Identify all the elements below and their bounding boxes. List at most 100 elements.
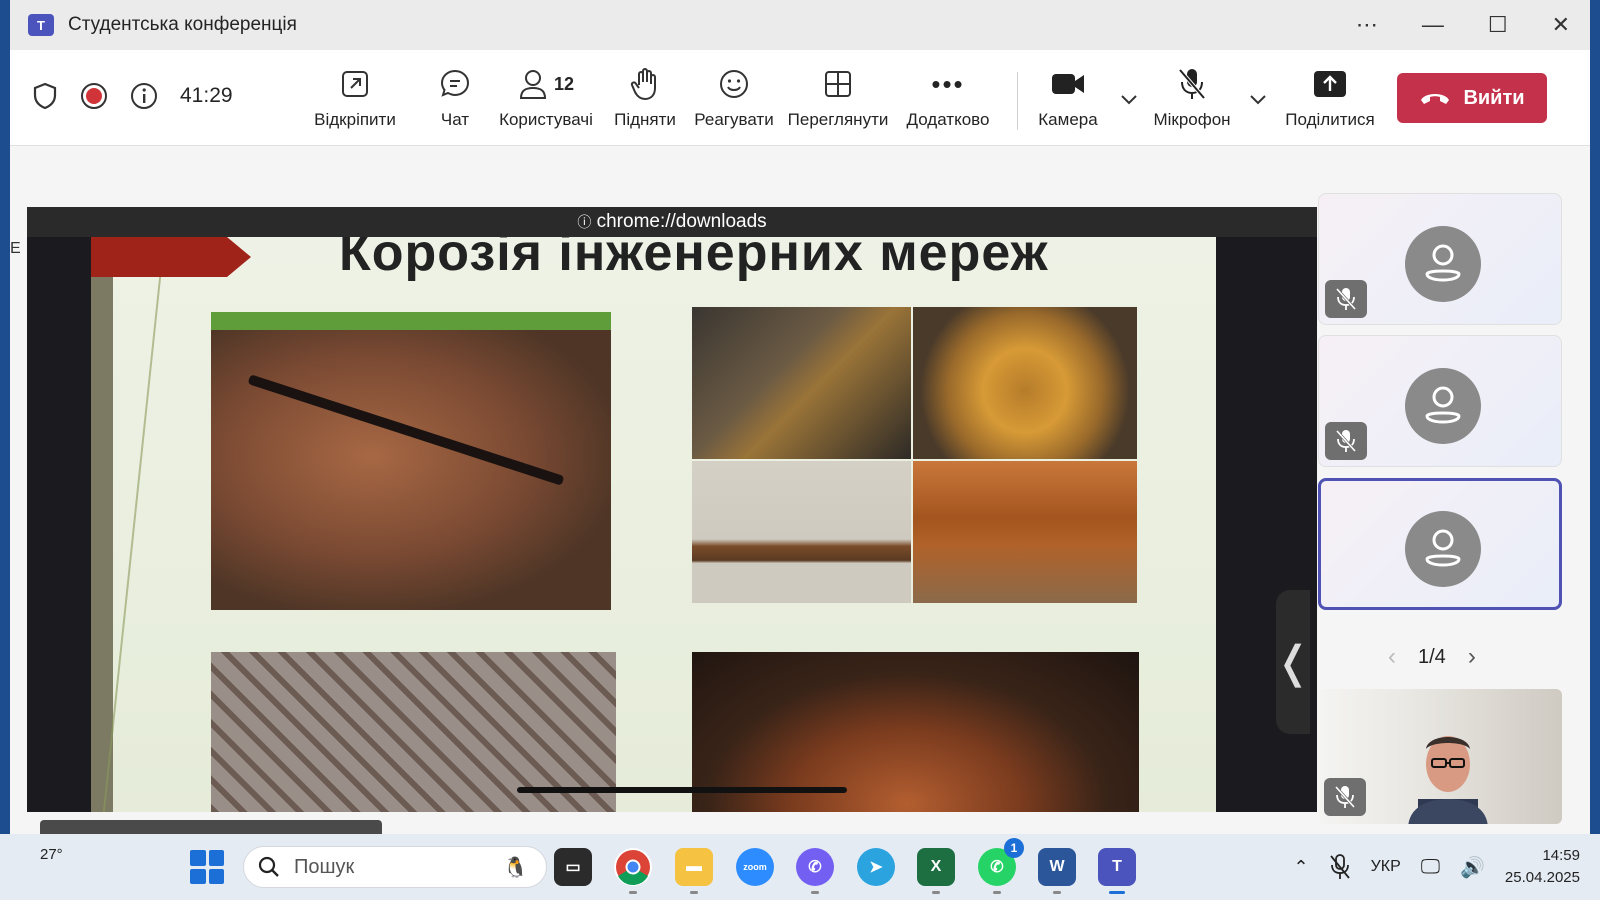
mic-button[interactable]: Мікрофон (1150, 64, 1234, 130)
windows-taskbar: 27° Пошук 🐧 ▭ ▬ zoom ✆ ➤ X ✆ 1 W T ⌃ УКР… (0, 834, 1600, 900)
word-app[interactable]: W (1038, 848, 1076, 894)
raise-hand-label: Підняти (614, 110, 676, 129)
camera-button[interactable]: Камера (1036, 64, 1100, 130)
pipe-leak-photo (692, 307, 911, 459)
smile-icon (720, 70, 748, 98)
corroded-pipe-photo (211, 312, 611, 610)
muted-badge (1325, 422, 1367, 460)
chevron-left-icon[interactable]: ‹ (1388, 643, 1396, 671)
maximize-icon[interactable]: ☐ (1488, 12, 1508, 38)
file-explorer-app[interactable]: ▭ (554, 848, 592, 886)
zoom-icon: zoom (743, 862, 767, 872)
start-button[interactable] (190, 850, 224, 884)
more-icon: ••• (931, 69, 965, 99)
teams-logo-icon: T (28, 14, 54, 36)
chevron-down-icon (1121, 95, 1137, 105)
self-video-tile[interactable] (1318, 689, 1562, 824)
more-button[interactable]: ••• Додатково (903, 64, 993, 130)
clock[interactable]: 14:59 25.04.2025 (1505, 845, 1580, 889)
chrome-app[interactable] (614, 848, 652, 894)
camera-label: Камера (1038, 110, 1098, 129)
whatsapp-app[interactable]: ✆ 1 (978, 838, 1024, 894)
shared-screen: ⓘ chrome://downloads Корозія інженерних … (27, 207, 1317, 812)
excel-app[interactable]: X (917, 848, 955, 894)
rusty-surface-photo (913, 461, 1137, 603)
chat-button[interactable]: Чат (425, 64, 485, 130)
share-label: Поділитися (1285, 110, 1375, 129)
info-small-icon: ⓘ (577, 214, 592, 230)
avatar (1405, 511, 1481, 587)
chevron-down-icon (1250, 95, 1266, 105)
mic-options-dropdown[interactable] (1243, 80, 1273, 120)
presentation-slide: Корозія інженерних мереж (91, 237, 1216, 812)
viber-app[interactable]: ✆ (796, 848, 834, 894)
muted-badge (1324, 778, 1366, 816)
mic-off-icon (1335, 287, 1357, 311)
network-icon[interactable]: 🖵 (1421, 856, 1440, 879)
raise-hand-icon (630, 68, 656, 101)
react-button[interactable]: Реагувати (694, 64, 774, 130)
people-count: 12 (553, 74, 575, 94)
more-horizontal-icon[interactable]: ⋯ (1356, 12, 1378, 38)
meeting-title: Студентська конференція (68, 14, 297, 35)
view-button[interactable]: Переглянути (786, 64, 890, 130)
popout-button[interactable]: Відкріпити (310, 64, 400, 130)
share-icon (1314, 71, 1346, 97)
info-icon[interactable] (130, 82, 158, 110)
camera-options-dropdown[interactable] (1114, 80, 1144, 120)
search-highlight-icon: 🐧 (503, 856, 528, 879)
people-label: Користувачі (499, 110, 593, 129)
meeting-status: 41:29 (32, 82, 233, 110)
weather-temp: 27° (40, 846, 63, 863)
folder-app[interactable]: ▬ (675, 848, 713, 894)
meeting-timer: 41:29 (180, 84, 233, 107)
participant-tile[interactable] (1318, 193, 1562, 325)
telegram-app[interactable]: ➤ (857, 848, 895, 886)
volume-icon[interactable]: 🔊 (1460, 855, 1485, 880)
notification-badge: 1 (1004, 838, 1024, 858)
chevron-up-icon[interactable]: ⌃ (1293, 857, 1308, 878)
system-tray: ⌃ УКР 🖵 🔊 14:59 25.04.2025 (1293, 834, 1580, 900)
folder-icon: ▬ (686, 858, 702, 875)
person-icon (1425, 244, 1461, 282)
person-icon (1425, 529, 1461, 567)
view-label: Переглянути (787, 110, 889, 129)
search-placeholder: Пошук (294, 855, 355, 878)
raise-hand-button[interactable]: Підняти (612, 64, 678, 130)
language-indicator[interactable]: УКР (1371, 858, 1401, 876)
collapse-panel-button[interactable]: ❬ (1275, 590, 1311, 734)
whatsapp-icon: ✆ (990, 859, 1004, 876)
pipe-cross-section-photo (913, 307, 1137, 459)
person-icon (1425, 386, 1461, 424)
slide-title: Корозія інженерних мереж (339, 237, 1049, 282)
minimize-icon[interactable]: — (1422, 12, 1444, 38)
close-icon[interactable]: ✕ (1552, 12, 1570, 38)
popout-label: Відкріпити (314, 110, 396, 129)
react-label: Реагувати (694, 110, 774, 129)
participant-tile[interactable] (1318, 335, 1562, 467)
chat-label: Чат (440, 110, 470, 129)
people-icon (519, 70, 546, 99)
window-controls: ⋯ — ☐ ✕ (1356, 0, 1570, 50)
hang-up-icon (1421, 94, 1450, 104)
teams-icon: T (1112, 858, 1122, 875)
shield-icon (33, 82, 57, 110)
chrome-icon (616, 850, 650, 885)
search-box[interactable]: Пошук 🐧 (243, 846, 547, 888)
share-button[interactable]: Поділитися (1282, 64, 1378, 130)
viber-icon: ✆ (808, 859, 822, 876)
leave-button[interactable]: Вийти (1397, 73, 1547, 123)
weather-widget[interactable]: 27° (40, 846, 63, 863)
teams-app[interactable]: T (1098, 848, 1136, 894)
edge-artifact: E (10, 240, 21, 257)
chevron-right-icon[interactable]: › (1468, 643, 1476, 671)
people-button[interactable]: 12 Користувачі (496, 64, 596, 130)
avatar (1405, 368, 1481, 444)
leave-label: Вийти (1463, 86, 1525, 109)
teams-window: T Студентська конференція ⋯ — ☐ ✕ 41:29 … (0, 0, 1600, 834)
truncated-tooltip (40, 820, 382, 834)
video-progress-bar (517, 787, 847, 793)
mic-off-icon[interactable] (1329, 854, 1351, 880)
zoom-app[interactable]: zoom (736, 848, 774, 886)
participant-tile-active[interactable] (1318, 478, 1562, 610)
